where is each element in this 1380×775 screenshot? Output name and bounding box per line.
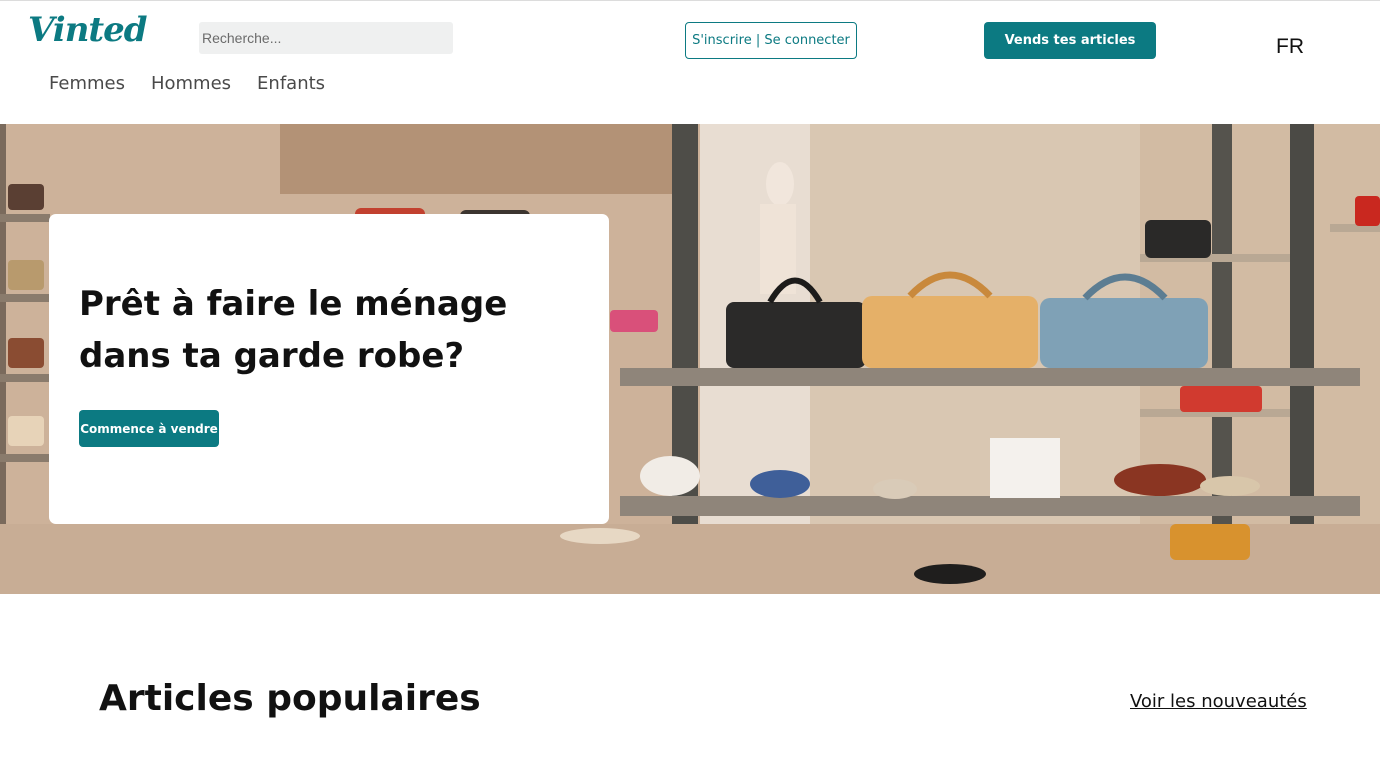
vinted-logo[interactable]: Vinted — [28, 10, 148, 50]
start-selling-button[interactable]: Commence à vendre — [79, 410, 219, 447]
signup-login-button[interactable]: S'inscrire | Se connecter — [685, 22, 857, 59]
nav-item-enfants[interactable]: Enfants — [257, 73, 325, 94]
sell-items-button[interactable]: Vends tes articles — [984, 22, 1156, 59]
language-selector[interactable]: FR — [1276, 35, 1304, 59]
category-nav: Femmes Hommes Enfants — [49, 73, 325, 94]
nav-item-femmes[interactable]: Femmes — [49, 73, 125, 94]
search-input[interactable] — [199, 22, 453, 54]
nav-item-hommes[interactable]: Hommes — [151, 73, 231, 94]
hero-banner: Prêt à faire le ménage dans ta garde rob… — [0, 124, 1380, 594]
see-new-items-link[interactable]: Voir les nouveautés — [1130, 691, 1307, 712]
section-title: Articles populaires — [99, 678, 481, 719]
top-divider — [0, 0, 1380, 4]
hero-card: Prêt à faire le ménage dans ta garde rob… — [49, 214, 609, 524]
hero-title: Prêt à faire le ménage dans ta garde rob… — [79, 284, 508, 376]
